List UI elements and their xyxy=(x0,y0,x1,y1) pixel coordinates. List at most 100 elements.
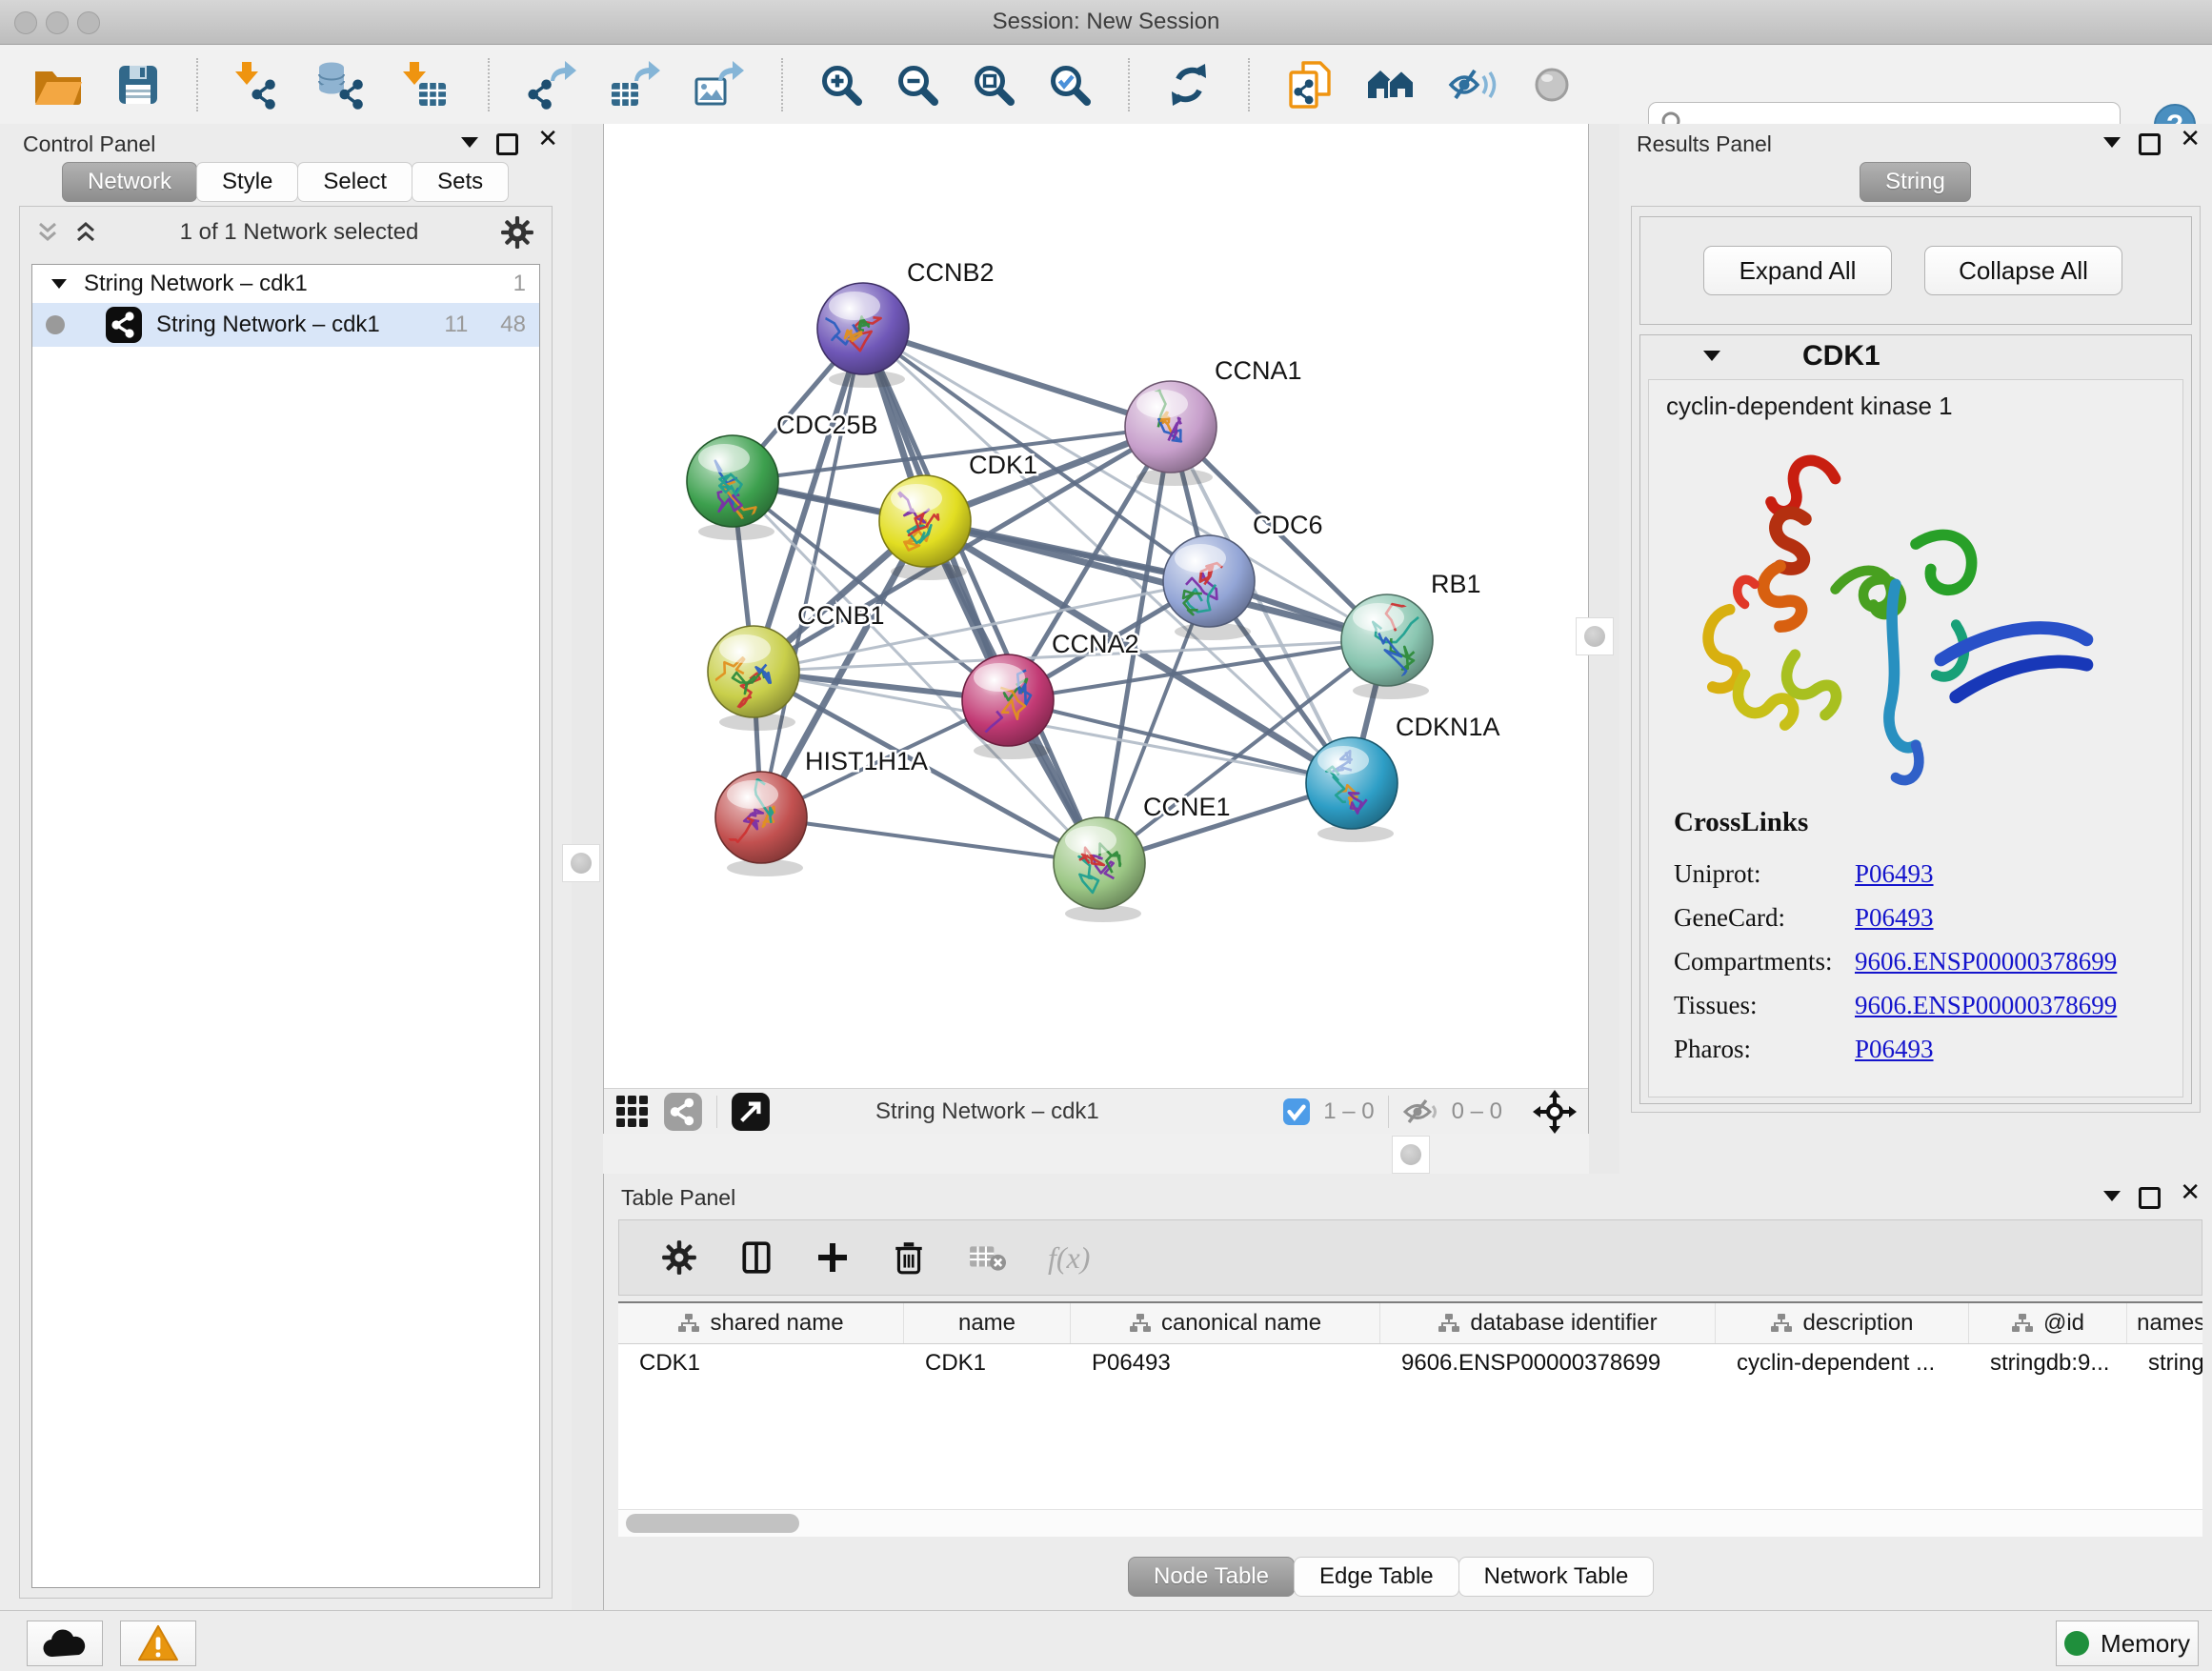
memory-button[interactable]: Memory xyxy=(2056,1621,2199,1666)
network-canvas[interactable]: CCNB2 CCNA1 CDC25B CDK1 CDC6 RB1 CCNB1 xyxy=(604,124,1588,1089)
node-label-RB1: RB1 xyxy=(1431,570,1481,598)
export-table-icon[interactable] xyxy=(610,60,661,110)
zoom-fit-icon[interactable] xyxy=(972,63,1016,107)
network-edge-HIST1H1A-CCNE1[interactable] xyxy=(761,817,1099,863)
left-splitter[interactable] xyxy=(572,124,603,1610)
crosslink-link[interactable]: 9606.ENSP00000378699 xyxy=(1855,947,2117,976)
expand-all-button[interactable]: Expand All xyxy=(1703,246,1892,295)
toolbar-separator xyxy=(781,58,783,111)
network-node-CDKN1A[interactable]: CDKN1A xyxy=(1306,713,1500,842)
tab-network-table[interactable]: Network Table xyxy=(1458,1557,1655,1597)
network-options-gear-icon[interactable] xyxy=(500,215,534,250)
tab-select[interactable]: Select xyxy=(297,162,412,202)
import-network-file-icon[interactable] xyxy=(234,60,284,110)
main-toolbar: ? xyxy=(0,45,2212,125)
collapse-all-networks-icon[interactable] xyxy=(35,221,60,244)
table-panel-close-button[interactable]: ✕ xyxy=(2180,1185,2201,1201)
control-panel-title: Control Panel xyxy=(23,131,155,157)
node-label-CDK1: CDK1 xyxy=(969,451,1037,479)
expand-all-networks-icon[interactable] xyxy=(73,221,98,244)
export-image-icon[interactable] xyxy=(694,60,745,110)
fit-content-crosshair-icon[interactable] xyxy=(1533,1090,1577,1134)
table-panel-splitter[interactable] xyxy=(603,1134,1589,1174)
open-session-icon[interactable] xyxy=(32,63,84,107)
hide-panels-icon[interactable] xyxy=(1448,64,1499,106)
table-panel-float-button[interactable] xyxy=(2103,1191,2121,1202)
show-grid-icon[interactable] xyxy=(615,1095,650,1129)
collapse-all-button[interactable]: Collapse All xyxy=(1924,246,2122,295)
results-panel-float-button[interactable] xyxy=(2103,137,2121,149)
control-panel-close-button[interactable]: ✕ xyxy=(537,131,558,148)
export-network-icon[interactable] xyxy=(526,60,577,110)
network-collection-row[interactable]: String Network – cdk1 1 xyxy=(32,265,539,303)
edge-layer xyxy=(733,329,1387,863)
network-edge-CCNB2-CCNA1[interactable] xyxy=(863,329,1171,427)
table-panel-maximize-button[interactable] xyxy=(2139,1187,2161,1209)
table-row[interactable]: CDK1CDK1P064939606.ENSP00000378699cyclin… xyxy=(618,1344,2202,1382)
column-header--id[interactable]: @id xyxy=(1969,1303,2127,1343)
cloud-button[interactable] xyxy=(27,1621,103,1666)
network-node-RB1[interactable]: RB1 xyxy=(1341,570,1481,699)
column-type-icon xyxy=(677,1313,700,1334)
tab-node-table[interactable]: Node Table xyxy=(1128,1557,1295,1597)
control-panel-float-button[interactable] xyxy=(461,137,478,149)
table-cell: stringdb:9... xyxy=(1969,1350,2127,1377)
network-row-selected[interactable]: String Network – cdk1 11 48 xyxy=(32,303,539,347)
show-columns-icon[interactable] xyxy=(739,1240,774,1275)
column-header-namespac[interactable]: namespac xyxy=(2127,1303,2202,1343)
crosslink-link[interactable]: 9606.ENSP00000378699 xyxy=(1855,991,2117,1020)
zoom-selected-icon[interactable] xyxy=(1048,63,1092,107)
results-panel-maximize-button[interactable] xyxy=(2139,133,2161,155)
crosslink-link[interactable]: P06493 xyxy=(1855,859,1934,889)
column-header-canonical-name[interactable]: canonical name xyxy=(1071,1303,1380,1343)
column-header-description[interactable]: description xyxy=(1716,1303,1969,1343)
share-document-icon[interactable] xyxy=(1286,60,1334,110)
network-birdseye-share-icon[interactable] xyxy=(663,1092,703,1132)
table-cell: 9606.ENSP00000378699 xyxy=(1380,1350,1716,1377)
table-horizontal-scrollbar[interactable] xyxy=(618,1509,2202,1537)
zoom-out-icon[interactable] xyxy=(895,63,939,107)
selected-checkbox-icon[interactable] xyxy=(1283,1098,1310,1125)
right-splitter[interactable] xyxy=(1589,124,1619,1174)
add-column-icon[interactable] xyxy=(815,1240,850,1275)
column-type-icon xyxy=(1129,1313,1152,1334)
network-node-CCNE1[interactable]: CCNE1 xyxy=(1054,793,1231,922)
crosslink-label: GeneCard: xyxy=(1674,903,1855,933)
tab-sets[interactable]: Sets xyxy=(412,162,509,202)
zoom-in-icon[interactable] xyxy=(819,63,863,107)
tab-network[interactable]: Network xyxy=(62,162,197,202)
warning-button[interactable] xyxy=(120,1621,196,1666)
tab-string[interactable]: String xyxy=(1860,162,1971,202)
save-session-icon[interactable] xyxy=(116,63,160,107)
control-panel-maximize-button[interactable] xyxy=(496,133,518,155)
column-header-shared-name[interactable]: shared name xyxy=(618,1303,904,1343)
left-splitter-handle[interactable] xyxy=(562,844,600,882)
floating-tool-icon[interactable] xyxy=(1532,65,1572,105)
entry-collapse-icon[interactable] xyxy=(1703,351,1720,362)
crosslink-row: Tissues:9606.ENSP00000378699 xyxy=(1674,983,2117,1027)
function-builder-icon-disabled: f(x) xyxy=(1048,1240,1090,1276)
crosslink-link[interactable]: P06493 xyxy=(1855,903,1934,933)
import-network-database-icon[interactable] xyxy=(316,60,370,110)
network-node-HIST1H1A[interactable]: HIST1H1A xyxy=(707,747,928,876)
crosslink-link[interactable]: P06493 xyxy=(1855,1035,1934,1064)
column-header-name[interactable]: name xyxy=(904,1303,1071,1343)
network-edge-CCNB2-CCNE1[interactable] xyxy=(863,329,1099,863)
results-panel-close-button[interactable]: ✕ xyxy=(2180,131,2201,148)
table-options-gear-icon[interactable] xyxy=(661,1239,697,1276)
tab-edge-table[interactable]: Edge Table xyxy=(1294,1557,1459,1597)
refresh-icon[interactable] xyxy=(1166,62,1212,108)
import-table-icon[interactable] xyxy=(402,60,452,110)
string-home-icon[interactable] xyxy=(1366,64,1416,106)
network-node-CDK1[interactable]: CDK1 xyxy=(879,451,1037,580)
tab-style[interactable]: Style xyxy=(196,162,298,202)
cloud-icon xyxy=(40,1626,90,1661)
detach-view-icon[interactable] xyxy=(731,1092,771,1132)
right-splitter-handle[interactable] xyxy=(1576,617,1614,655)
column-header-database-identifier[interactable]: database identifier xyxy=(1380,1303,1716,1343)
hidden-eye-icon[interactable] xyxy=(1402,1097,1438,1126)
delete-column-icon[interactable] xyxy=(892,1239,926,1276)
table-splitter-handle[interactable] xyxy=(1392,1136,1430,1174)
memory-label: Memory xyxy=(2101,1629,2190,1659)
scrollbar-thumb[interactable] xyxy=(626,1514,799,1533)
